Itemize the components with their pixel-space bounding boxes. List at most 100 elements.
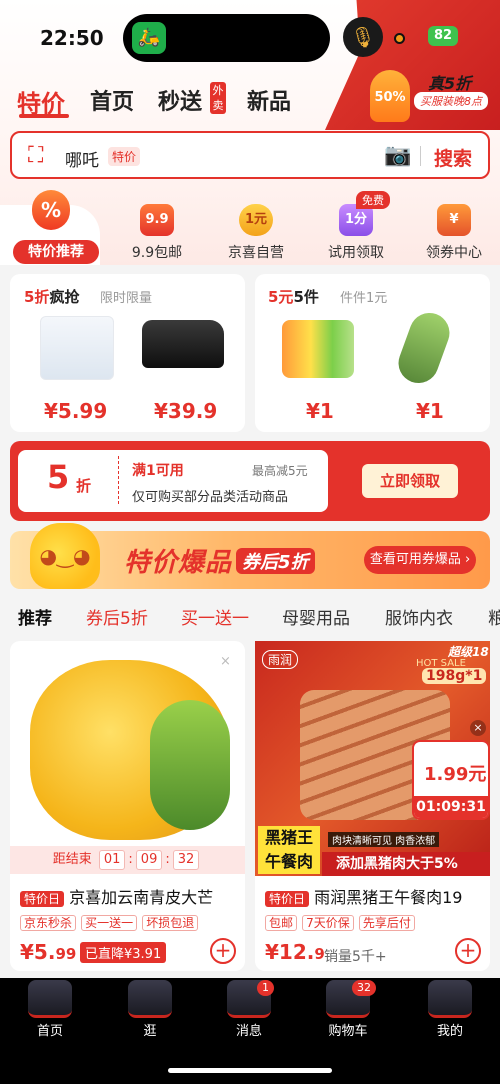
price-int: ¥12.: [265, 940, 315, 964]
scan-icon[interactable]: ⛶: [28, 143, 43, 168]
product-strip: 添加黑猪肉大于5%: [322, 852, 490, 876]
coupon-description: 仅可购买部分品类活动商品: [132, 490, 289, 505]
countdown-bar: 距结束 01:09:32: [10, 846, 245, 874]
nav-home[interactable]: 首页: [20, 980, 80, 1039]
category-label: 试用领取: [328, 245, 384, 261]
sales-count: 销量5千+: [324, 949, 387, 965]
feed-tab-half-price[interactable]: 券后5折: [86, 604, 148, 629]
brand-logo: 雨润: [262, 650, 299, 669]
banner-after-coupon: 券后5折: [236, 548, 315, 574]
price: ¥1: [306, 399, 334, 423]
active-tab-indicator: [19, 114, 69, 118]
nav-label: 消息: [235, 1024, 262, 1039]
product-tag: 买一送一: [81, 915, 138, 931]
promo-title[interactable]: 真5折: [428, 70, 471, 94]
product-big-label: 黑猪王午餐肉: [258, 826, 320, 874]
camera-icon[interactable]: 📷: [384, 143, 411, 168]
countdown-minutes: 09: [135, 850, 163, 870]
tejia-day-tag: 特价日: [265, 891, 310, 907]
battery-indicator: 82: [428, 26, 458, 46]
coupon-discount: 5: [47, 458, 70, 496]
nav-browse[interactable]: 逛: [120, 980, 180, 1039]
category-99-baoyou[interactable]: 9.9 9.9包邮: [117, 200, 197, 262]
product-tag: 7天价保: [302, 915, 354, 931]
product-name: 京喜加云南青皮大芒: [69, 888, 214, 907]
search-divider: [420, 146, 421, 166]
percent-icon[interactable]: %: [32, 190, 70, 230]
price: ¥1: [416, 399, 444, 423]
category-jingxi-ziying[interactable]: 1元 京喜自营: [216, 200, 296, 262]
status-time: 22:50: [40, 26, 104, 50]
waimai-badge: 外卖: [210, 82, 226, 114]
tejia-day-tag: 特价日: [20, 891, 65, 907]
category-label: 9.9包邮: [131, 245, 183, 261]
cart-count-badge: 32: [352, 980, 376, 996]
view-coupon-deals-button[interactable]: 查看可用券爆品 ›: [364, 546, 476, 574]
weight-badge: 198g*1: [422, 668, 487, 684]
browse-avatar-icon: [128, 980, 172, 1018]
nav-label: 首页: [36, 1024, 63, 1039]
price-drop-badge: 已直降¥3.91: [80, 942, 167, 963]
messages-count-badge: 1: [257, 980, 274, 996]
panel-right-title: 5元5件: [268, 288, 319, 306]
tab-home[interactable]: 首页: [90, 84, 134, 116]
recording-dot-icon: [394, 33, 405, 44]
product-tag: 坏损包退: [142, 915, 199, 931]
coupon-max: 最高减5元: [252, 464, 308, 478]
price-dec: 99: [55, 945, 77, 963]
search-button[interactable]: 搜索: [434, 144, 472, 171]
add-to-cart-button[interactable]: +: [455, 938, 481, 964]
feed-tab-clothing[interactable]: 服饰内衣: [385, 604, 453, 629]
category-shiyong[interactable]: 1分 试用领取: [316, 200, 396, 262]
panel-left-subtitle: 限时限量: [100, 291, 153, 306]
banner-title: 特价爆品: [124, 548, 233, 578]
one-yuan-icon: 1元: [239, 204, 273, 236]
microphone-icon: 🎙: [343, 17, 383, 57]
feed-tab-baby[interactable]: 母婴用品: [282, 604, 350, 629]
countdown-seconds: 32: [172, 850, 200, 870]
feed-tab-bogo[interactable]: 买一送一: [181, 604, 249, 629]
mango-skin: [150, 700, 230, 830]
yuan-coupon-icon: ¥: [437, 204, 471, 236]
category-tejia-tuijian[interactable]: 特价推荐: [13, 240, 99, 264]
category-label: 领券中心: [426, 245, 482, 261]
nav-mine[interactable]: 我的: [420, 980, 480, 1039]
product-image-food-boxes[interactable]: [282, 320, 354, 378]
product-tags: 包邮 7天价保 先享后付: [265, 912, 415, 931]
home-avatar-icon: [28, 980, 72, 1018]
category-coupon-center[interactable]: ¥ 领券中心: [414, 200, 494, 262]
close-icon[interactable]: ×: [220, 654, 231, 669]
product-price: ¥5.99: [20, 940, 76, 964]
search-tag: 特价: [108, 147, 141, 166]
home-indicator[interactable]: [168, 1068, 332, 1073]
side-price: 1.99元: [424, 764, 487, 785]
nav-label: 我的: [436, 1024, 463, 1039]
product-image-toy-car[interactable]: [142, 320, 224, 368]
add-to-cart-button[interactable]: +: [210, 938, 236, 964]
product-tag: 京东秒杀: [20, 915, 77, 931]
product-image-wipes[interactable]: [40, 316, 114, 380]
promo-subtitle[interactable]: 买服装晚8点: [414, 92, 488, 110]
delivery-app-icon: 🛵: [132, 22, 166, 54]
nine-nine-icon: 9.9: [140, 204, 174, 236]
price-int: ¥5.: [20, 940, 56, 964]
discount-flame-badge[interactable]: 50%: [370, 70, 410, 122]
category-label: 京喜自营: [228, 245, 284, 261]
product-title-row: 特价日 雨润黑猪王午餐肉19: [265, 884, 462, 908]
panel-right-subtitle: 件件1元: [340, 291, 388, 306]
mascot-icon: ◕‿◕: [30, 523, 100, 589]
product-caption: 肉块清晰可见 肉香浓郁: [328, 832, 440, 847]
feed-tab-recommend[interactable]: 推荐: [18, 604, 52, 629]
countdown-label: 距结束: [52, 852, 92, 867]
close-icon[interactable]: ×: [470, 720, 486, 736]
free-badge: 免费: [356, 191, 390, 209]
price: ¥5.99: [44, 399, 108, 423]
tab-new[interactable]: 新品: [247, 84, 291, 116]
countdown-hours: 01: [98, 850, 126, 870]
search-input[interactable]: 哪吒: [65, 146, 99, 171]
tab-miaosong[interactable]: 秒送: [158, 84, 202, 116]
feed-tab-grain[interactable]: 粮: [488, 604, 500, 629]
claim-coupon-button[interactable]: 立即领取: [362, 464, 458, 498]
coupon-condition: 满1可用: [132, 463, 184, 479]
product-name: 雨润黑猪王午餐肉19: [314, 888, 463, 907]
